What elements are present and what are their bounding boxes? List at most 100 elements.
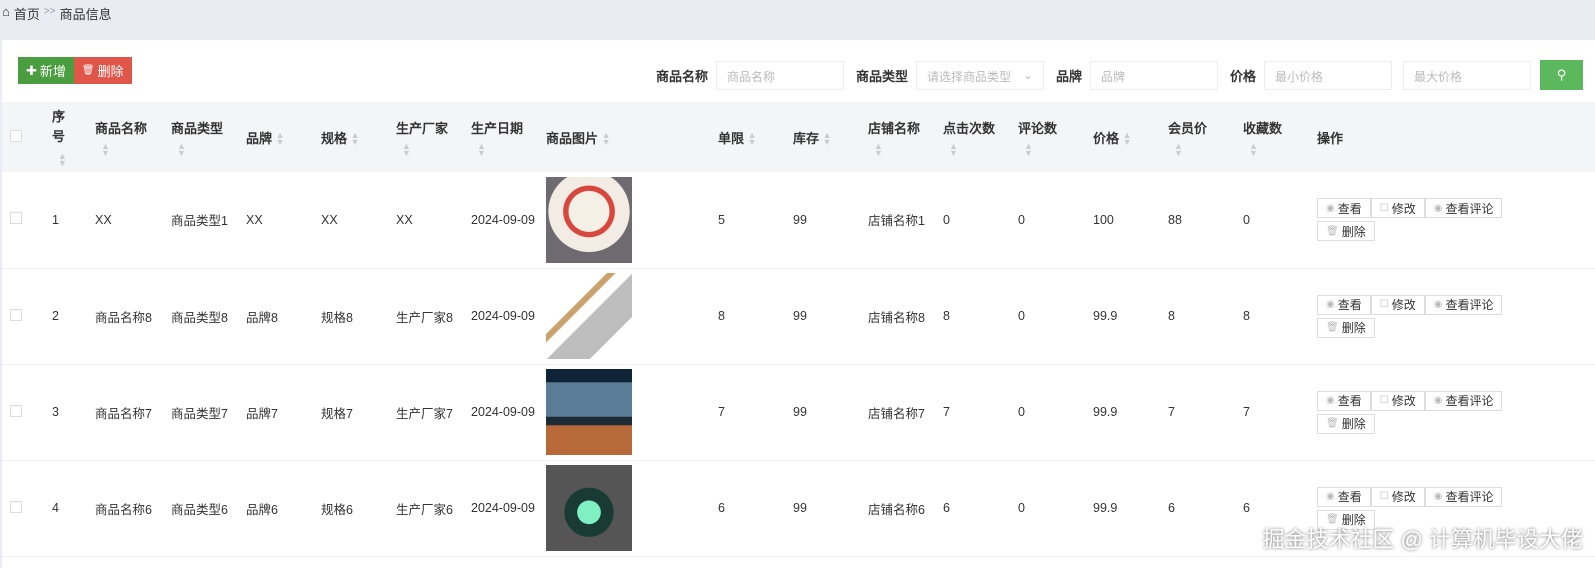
comments-label: 查看评论 bbox=[1445, 201, 1494, 216]
view-comments-button[interactable]: ◉ 查看评论 bbox=[1424, 486, 1503, 507]
cell-spec: 规格6 bbox=[321, 460, 396, 557]
sort-icon[interactable]: ▲ ▼ bbox=[943, 141, 1014, 157]
delete-button[interactable]: 🗑 删除 bbox=[73, 57, 132, 84]
brand-input[interactable]: 品牌 bbox=[1089, 60, 1218, 90]
column-header[interactable]: 商品名称 ▲ ▼ bbox=[95, 102, 171, 172]
cell-price: 100 bbox=[1093, 172, 1168, 269]
row-checkbox[interactable] bbox=[10, 212, 22, 225]
spec-value: 规格8 bbox=[321, 310, 353, 325]
sort-icon[interactable]: ▲ ▼ bbox=[1018, 141, 1089, 157]
select-all-checkbox[interactable] bbox=[10, 129, 22, 142]
row-checkbox[interactable] bbox=[10, 500, 22, 513]
product-image[interactable] bbox=[546, 465, 632, 551]
cell-vip: 8 bbox=[1168, 268, 1243, 365]
sort-icon[interactable]: ▲ ▼ bbox=[1123, 131, 1132, 147]
column-header[interactable]: 收藏数 ▲ ▼ bbox=[1243, 102, 1317, 172]
sort-icon[interactable]: ▲ ▼ bbox=[351, 131, 360, 147]
column-header[interactable]: 序号 ▲ ▼ bbox=[52, 102, 95, 172]
brand-value: 品牌8 bbox=[246, 310, 278, 325]
plus-icon: ✚ bbox=[26, 62, 37, 78]
image-cell bbox=[546, 364, 718, 461]
column-header[interactable]: 库存 ▲ ▼ bbox=[793, 102, 868, 172]
column-header[interactable]: 品牌 ▲ ▼ bbox=[246, 102, 321, 172]
sort-icon[interactable]: ▲ ▼ bbox=[1168, 141, 1239, 157]
sort-icon[interactable]: ▲ ▼ bbox=[1243, 141, 1313, 157]
delete-row-button[interactable]: 🗑 删除 bbox=[1317, 317, 1375, 338]
brand-value: 品牌7 bbox=[246, 406, 278, 421]
edit-button[interactable]: ☐ 修改 bbox=[1370, 390, 1425, 411]
cell-price: 99.9 bbox=[1093, 268, 1168, 365]
row-checkbox[interactable] bbox=[10, 308, 22, 321]
view-comments-button[interactable]: ◉ 查看评论 bbox=[1424, 198, 1503, 219]
view-button[interactable]: ◉ 查看 bbox=[1317, 486, 1371, 507]
sort-icon[interactable]: ▲ ▼ bbox=[602, 131, 611, 147]
product-table: 序号 ▲ ▼ 商品名称 ▲ ▼ 商品类型 ▲ ▼ 品牌 ▲ ▼ 规格 ▲ ▼ 生产厂家 ▲ ▼ 生产日期 ▲ ▼ 商品… bbox=[2, 102, 1595, 557]
delete-row-label: 删除 bbox=[1341, 417, 1366, 431]
view-button[interactable]: ◉ 查看 bbox=[1317, 198, 1371, 219]
sort-icon[interactable]: ▲ ▼ bbox=[95, 141, 167, 157]
column-label: 评论数 bbox=[1018, 120, 1058, 136]
column-header[interactable]: 价格 ▲ ▼ bbox=[1093, 102, 1168, 172]
column-header[interactable]: 生产日期 ▲ ▼ bbox=[471, 102, 546, 172]
brand-value: XX bbox=[246, 212, 263, 227]
column-header[interactable]: 点击次数 ▲ ▼ bbox=[943, 102, 1018, 172]
vip-value: 7 bbox=[1168, 405, 1175, 419]
cell-no: 1 bbox=[52, 172, 95, 269]
edit-button[interactable]: ☐ 修改 bbox=[1370, 294, 1425, 315]
edit-button[interactable]: ☐ 修改 bbox=[1370, 198, 1425, 219]
fav-value: 6 bbox=[1243, 501, 1250, 515]
type-select[interactable]: 请选择商品类型 ⌄ bbox=[915, 60, 1044, 90]
column-header[interactable]: 单限 ▲ ▼ bbox=[718, 102, 793, 172]
image-cell bbox=[546, 172, 718, 269]
cell-shop: 店铺名称1 bbox=[868, 172, 943, 269]
product-image[interactable] bbox=[546, 176, 632, 263]
cell-type: 商品类型7 bbox=[171, 364, 246, 461]
view-button[interactable]: ◉ 查看 bbox=[1317, 390, 1371, 411]
product-image[interactable] bbox=[546, 273, 632, 359]
view-comments-button[interactable]: ◉ 查看评论 bbox=[1424, 294, 1503, 315]
search-button[interactable]: ⚲ bbox=[1540, 60, 1583, 90]
column-header[interactable]: 商品图片 ▲ ▼ bbox=[546, 102, 718, 172]
delete-row-label: 删除 bbox=[1341, 321, 1366, 335]
delete-row-button[interactable]: 🗑 删除 bbox=[1317, 221, 1375, 242]
sort-icon[interactable]: ▲ ▼ bbox=[276, 131, 285, 147]
column-header[interactable]: 店铺名称 ▲ ▼ bbox=[868, 102, 943, 172]
column-label: 生产厂家 bbox=[396, 120, 449, 136]
row-checkbox[interactable] bbox=[10, 404, 22, 417]
name-label: 商品名称 bbox=[655, 68, 708, 84]
column-label: 商品名称 bbox=[95, 120, 148, 136]
type-value: 商品类型8 bbox=[171, 310, 228, 325]
sort-icon[interactable]: ▲ ▼ bbox=[171, 141, 242, 157]
delete-row-button[interactable]: 🗑 删除 bbox=[1317, 413, 1375, 434]
sort-icon[interactable]: ▲ ▼ bbox=[471, 141, 542, 157]
sort-icon[interactable]: ▲ ▼ bbox=[52, 152, 91, 168]
add-button[interactable]: ✚ 新增 bbox=[18, 57, 74, 84]
column-header[interactable]: 生产厂家 ▲ ▼ bbox=[396, 102, 471, 172]
cell-reviews: 0 bbox=[1018, 268, 1093, 365]
max-price-input[interactable]: 最大价格 bbox=[1403, 60, 1531, 90]
cell-vip: 6 bbox=[1168, 460, 1243, 557]
product-image[interactable] bbox=[546, 369, 632, 455]
name-placeholder: 商品名称 bbox=[726, 69, 775, 84]
brand-value: 品牌6 bbox=[246, 502, 278, 517]
column-header[interactable]: 会员价 ▲ ▼ bbox=[1168, 102, 1243, 172]
column-label: 库存 bbox=[793, 130, 820, 146]
view-button[interactable]: ◉ 查看 bbox=[1317, 294, 1371, 315]
min-price-input[interactable]: 最小价格 bbox=[1264, 60, 1392, 90]
column-header[interactable]: 规格 ▲ ▼ bbox=[321, 102, 396, 172]
column-header[interactable]: 商品类型 ▲ ▼ bbox=[171, 102, 246, 172]
breadcrumb-home[interactable]: 首页 bbox=[14, 4, 40, 23]
cell-clicks: 6 bbox=[943, 460, 1018, 557]
column-header[interactable]: 评论数 ▲ ▼ bbox=[1018, 102, 1093, 172]
sort-icon[interactable]: ▲ ▼ bbox=[868, 141, 939, 157]
sort-icon[interactable]: ▲ ▼ bbox=[823, 131, 832, 147]
cell-spec: 规格8 bbox=[321, 268, 396, 365]
cell-reviews: 0 bbox=[1018, 364, 1093, 461]
shop-value: 店铺名称1 bbox=[868, 214, 925, 229]
cell-stock: 99 bbox=[793, 268, 868, 365]
sort-icon[interactable]: ▲ ▼ bbox=[396, 141, 467, 157]
sort-icon[interactable]: ▲ ▼ bbox=[748, 131, 757, 147]
edit-button[interactable]: ☐ 修改 bbox=[1370, 486, 1425, 507]
view-comments-button[interactable]: ◉ 查看评论 bbox=[1424, 390, 1503, 411]
name-input[interactable]: 商品名称 bbox=[715, 60, 844, 90]
